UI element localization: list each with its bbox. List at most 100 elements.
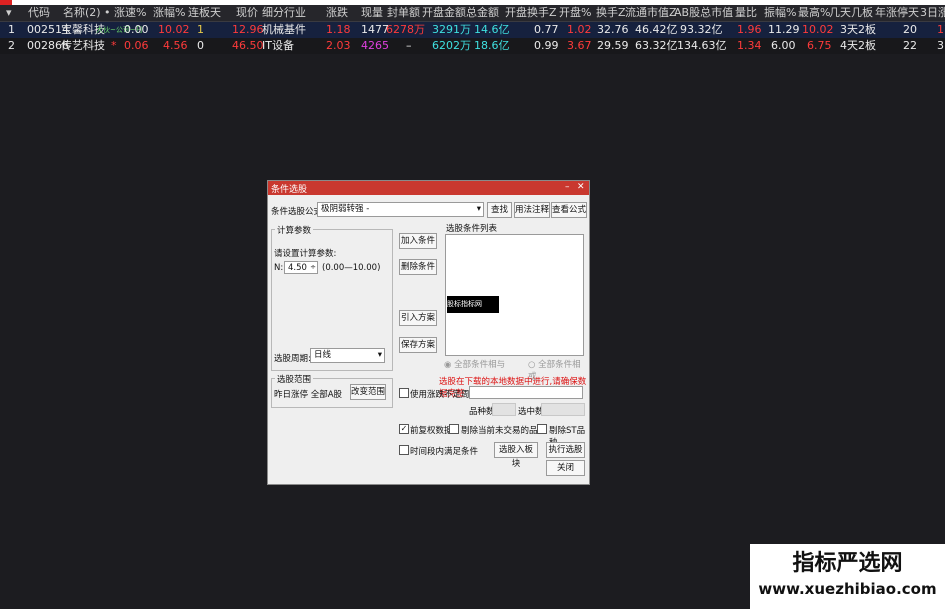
col-days-boards[interactable]: 几天几板: [829, 5, 873, 21]
table-row[interactable]: 1 002514 宝馨科技 大伙~公司~日 0.00 10.02 1 12.96…: [0, 22, 945, 38]
scope-value: 昨日涨停 全部A股: [274, 390, 343, 400]
col-float-cap[interactable]: 流通市值Z: [625, 5, 677, 21]
year-limit-value: 22: [903, 39, 917, 52]
param-name: N:: [274, 263, 284, 273]
col-year-limit[interactable]: 年涨停天: [875, 5, 919, 21]
high-pct-value: 10.02: [802, 23, 834, 36]
ab-cap-value: 93.32亿: [680, 23, 723, 36]
col-open-pct[interactable]: 开盘%: [559, 5, 591, 21]
st-checkbox[interactable]: [537, 424, 547, 434]
open-pct-value: 3.67: [567, 39, 592, 52]
amplitude-value: 6.00: [771, 39, 796, 52]
col-chg[interactable]: 涨幅%: [153, 5, 185, 21]
run-select-button[interactable]: 执行选股: [546, 442, 585, 458]
period-value: 日线: [314, 350, 332, 360]
chevron-down-icon: ▾: [476, 204, 481, 214]
watermark-logo: 指标严选网 www.xuezhibiao.com: [750, 544, 945, 609]
col-three-day[interactable]: 3日涨: [920, 5, 945, 21]
col-name[interactable]: 名称(2): [63, 5, 101, 21]
price-value: 12.96: [232, 23, 264, 36]
rights-checkbox[interactable]: ✓: [399, 424, 409, 434]
total-amt-value: 18.6亿: [474, 39, 510, 52]
high-pct-value: 6.75: [807, 39, 832, 52]
find-button[interactable]: 查找: [487, 202, 512, 218]
to-block-button[interactable]: 选股入板块: [494, 442, 538, 469]
no-trade-checkbox[interactable]: [449, 424, 459, 434]
col-vol[interactable]: 现量: [361, 5, 383, 21]
add-condition-button[interactable]: 加入条件: [399, 233, 437, 249]
days-boards-value: 3天2板: [840, 23, 876, 36]
radio-and[interactable]: ◉ 全部条件相与: [444, 358, 505, 370]
vol-value: 4265: [361, 39, 389, 52]
period-field[interactable]: [469, 386, 583, 399]
col-open-turn[interactable]: 开盘换手Z: [505, 5, 557, 21]
condition-select-dialog: 条件选股 – ✕ 条件选股公式 极阴弱转强 - ▾ 查找 用法注释 查看公式 计…: [267, 180, 590, 485]
vol-value: 1477: [361, 23, 389, 36]
close-button[interactable]: 关闭: [546, 460, 585, 476]
param-prompt: 请设置计算参数:: [274, 249, 337, 259]
col-seal[interactable]: 封单额: [387, 5, 420, 21]
use-period-label: 使用涨跌不定周期: [410, 390, 479, 400]
count-label: 品种数: [469, 407, 495, 417]
stock-grid: ▾ 代码 名称(2) • 涨速% 涨幅% 连板天 现价 细分行业 涨跌 现量 封…: [0, 5, 945, 54]
col-open-amt[interactable]: 开盘金额: [422, 5, 466, 21]
price-value: 46.50: [232, 39, 264, 52]
float-cap-value: 46.42亿: [635, 23, 678, 36]
col-price[interactable]: 现价: [236, 5, 258, 21]
diff-value: 1.18: [326, 23, 351, 36]
dialog-title: 条件选股: [271, 185, 308, 195]
no-trade-label: 剔除当前未交易的品种: [461, 426, 547, 436]
col-lianban[interactable]: 连板天: [188, 5, 221, 21]
diff-value: 2.03: [326, 39, 351, 52]
days-boards-value: 4天2板: [840, 39, 876, 52]
selected-field: [541, 403, 585, 416]
spinner-icon[interactable]: ÷: [310, 261, 316, 274]
col-dot[interactable]: •: [104, 5, 111, 21]
param-n-stepper[interactable]: 4.50 ÷: [284, 261, 318, 274]
col-vol-ratio[interactable]: 量比: [735, 5, 757, 21]
col-amplitude[interactable]: 振幅%: [764, 5, 796, 21]
col-industry[interactable]: 细分行业: [262, 5, 306, 21]
calc-params-title: 计算参数: [275, 224, 314, 236]
table-row[interactable]: 2 002866 传艺科技 * 0.06 4.56 0 46.50 IT设备 2…: [0, 38, 945, 54]
col-turn[interactable]: 换手Z: [596, 5, 626, 21]
header-menu-icon[interactable]: ▾: [6, 5, 12, 21]
col-code[interactable]: 代码: [28, 5, 50, 21]
speed-value: 0.00: [124, 23, 149, 36]
formula-select[interactable]: 极阴弱转强 - ▾: [317, 202, 484, 217]
vol-ratio-value: 1.96: [737, 23, 762, 36]
close-icon[interactable]: ✕: [577, 182, 585, 192]
vol-ratio-value: 1.34: [737, 39, 762, 52]
param-value: 4.50: [288, 263, 307, 273]
rights-label: 前复权数据: [410, 426, 453, 436]
condition-list[interactable]: 股标指标网: [445, 234, 584, 356]
usage-button[interactable]: 用法注释: [514, 202, 550, 218]
selected-label: 选中数: [518, 407, 544, 417]
open-amt-value: 3291万: [432, 23, 471, 36]
col-high-pct[interactable]: 最高%: [798, 5, 830, 21]
minimize-icon[interactable]: –: [565, 182, 570, 192]
condition-list-label: 选股条件列表: [446, 224, 498, 234]
radio-and-label: 全部条件相与: [454, 360, 506, 370]
time-range-checkbox[interactable]: [399, 445, 409, 455]
table-header: ▾ 代码 名称(2) • 涨速% 涨幅% 连板天 现价 细分行业 涨跌 现量 封…: [0, 5, 945, 22]
col-ab-cap[interactable]: AB股总市值: [674, 5, 733, 21]
col-speed[interactable]: 涨速%: [114, 5, 146, 21]
open-pct-value: 1.02: [567, 23, 592, 36]
chevron-down-icon: ▾: [377, 350, 382, 360]
import-plan-button[interactable]: 引入方案: [399, 310, 437, 326]
delete-condition-button[interactable]: 删除条件: [399, 259, 437, 275]
save-plan-button[interactable]: 保存方案: [399, 337, 437, 353]
period-select[interactable]: 日线 ▾: [310, 348, 385, 363]
use-period-checkbox[interactable]: [399, 388, 409, 398]
float-cap-value: 63.32亿: [635, 39, 678, 52]
view-formula-button[interactable]: 查看公式: [551, 202, 587, 218]
industry-value: 机械基件: [262, 23, 306, 36]
dialog-titlebar[interactable]: 条件选股 – ✕: [268, 181, 589, 195]
col-diff[interactable]: 涨跌: [326, 5, 348, 21]
change-scope-button[interactable]: 改变范围: [350, 384, 386, 400]
col-total-amt[interactable]: 总金额: [466, 5, 499, 21]
open-turn-value: 0.77: [534, 23, 559, 36]
formula-value: 极阴弱转强 -: [321, 204, 370, 214]
formula-label: 条件选股公式: [271, 207, 323, 217]
